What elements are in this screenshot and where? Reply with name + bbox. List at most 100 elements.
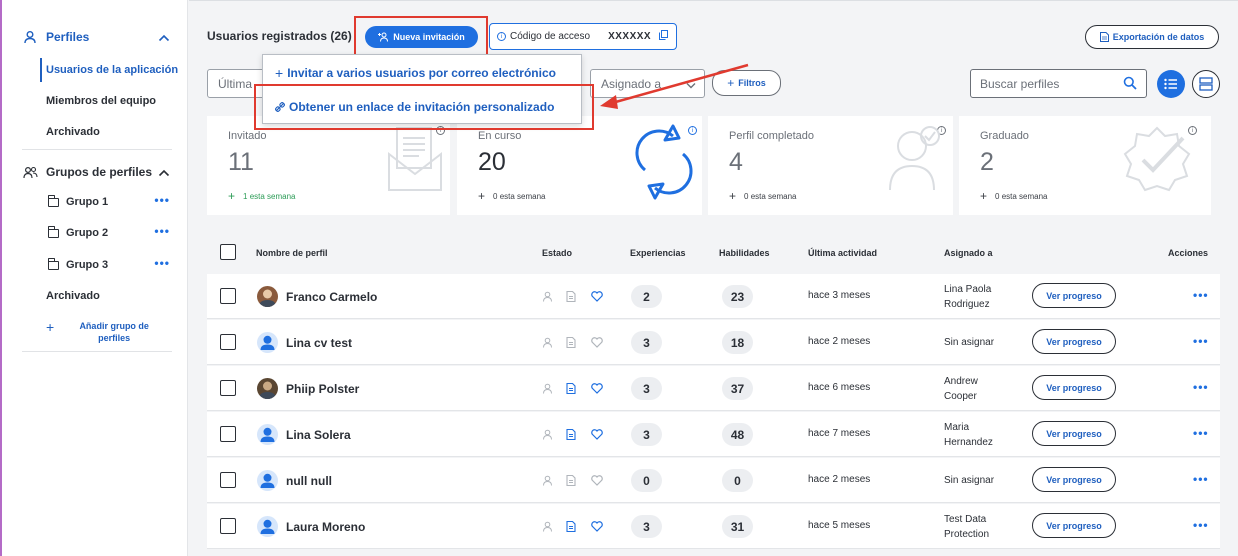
assigned-to: Sin asignar xyxy=(944,335,994,350)
assigned-to: Test Data Protection xyxy=(944,512,989,542)
top-border xyxy=(189,0,1238,1)
stat-sub: +0 esta semana xyxy=(729,189,797,203)
more-icon[interactable]: ••• xyxy=(154,224,170,238)
table-row[interactable]: Lina Solera 3 48 hace 7 meses Maria Herna… xyxy=(207,412,1220,457)
menu-item-invite-email[interactable]: + Invitar a varios usuarios por correo e… xyxy=(275,65,556,81)
profile-name[interactable]: Lina cv test xyxy=(286,336,352,350)
chevron-up-icon[interactable] xyxy=(158,31,170,45)
chevron-up-icon[interactable] xyxy=(158,166,170,180)
experiences-count: 3 xyxy=(631,331,662,354)
view-progress-button[interactable]: Ver progreso xyxy=(1032,283,1116,308)
view-progress-button[interactable]: Ver progreso xyxy=(1032,467,1116,492)
table-row[interactable]: null null 0 0 hace 2 meses Sin asignar V… xyxy=(207,458,1220,503)
profile-name[interactable]: Lina Solera xyxy=(286,428,351,442)
plus-icon: + xyxy=(727,76,735,90)
more-icon[interactable]: ••• xyxy=(1193,334,1209,348)
row-checkbox[interactable] xyxy=(220,472,236,488)
search-icon[interactable] xyxy=(1123,76,1137,93)
sidebar-section-groups[interactable]: Grupos de perfiles xyxy=(22,164,172,180)
search-input[interactable]: Buscar perfiles xyxy=(970,69,1147,98)
stat-sub: +1 esta semana xyxy=(228,189,296,203)
assigned-to: Andrew Cooper xyxy=(944,374,978,404)
assigned-to: Maria Hernandez xyxy=(944,420,993,450)
sidebar-item-groups-archived[interactable]: Archivado xyxy=(46,290,100,302)
more-icon[interactable]: ••• xyxy=(154,193,170,207)
stat-label: En curso xyxy=(478,130,522,142)
row-checkbox[interactable] xyxy=(220,380,236,396)
info-icon: i xyxy=(497,32,506,41)
table-row[interactable]: Lina cv test 3 18 hace 2 meses Sin asign… xyxy=(207,320,1220,365)
sidebar-item-archived[interactable]: Archivado xyxy=(46,126,100,138)
profile-name[interactable]: Franco Carmelo xyxy=(286,290,377,304)
filters-button[interactable]: + Filtros xyxy=(712,70,781,96)
badge-check-icon xyxy=(1117,124,1197,205)
more-icon[interactable]: ••• xyxy=(1193,288,1209,302)
export-button[interactable]: Exportación de datos xyxy=(1085,25,1219,49)
view-progress-button[interactable]: Ver progreso xyxy=(1032,375,1116,400)
stat-label: Invitado xyxy=(228,130,267,142)
document-icon xyxy=(1099,32,1109,42)
add-group-button[interactable]: + Añadir grupo de perfiles xyxy=(46,320,154,344)
col-status[interactable]: Estado xyxy=(542,248,572,258)
col-skills[interactable]: Habilidades xyxy=(719,248,770,258)
assigned-line-2: Protection xyxy=(944,529,990,540)
more-icon[interactable]: ••• xyxy=(1193,472,1209,486)
sidebar-item-team-members[interactable]: Miembros del equipo xyxy=(46,95,156,107)
assigned-filter[interactable]: Asignado a xyxy=(590,69,705,98)
sidebar-section-profiles[interactable]: Perfiles xyxy=(22,29,172,45)
menu-item-label: Invitar a varios usuarios por correo ele… xyxy=(287,66,556,80)
view-progress-button[interactable]: Ver progreso xyxy=(1032,421,1116,446)
stat-label: Perfil completado xyxy=(729,130,814,142)
select-all-checkbox[interactable] xyxy=(220,244,236,260)
col-experiences[interactable]: Experiencias xyxy=(630,248,686,258)
plus-icon: + xyxy=(275,65,284,81)
more-icon[interactable]: ••• xyxy=(1193,518,1209,532)
access-code-label: Código de acceso xyxy=(510,31,591,42)
col-activity[interactable]: Última actividad xyxy=(808,248,877,258)
avatar xyxy=(257,378,278,399)
page-title: Usuarios registrados (26) xyxy=(207,29,352,43)
profile-name[interactable]: Phiip Polster xyxy=(286,382,359,396)
sidebar-group-3[interactable]: Grupo 3 ••• xyxy=(48,256,176,271)
search-placeholder: Buscar perfiles xyxy=(980,76,1060,91)
sidebar-group-1[interactable]: Grupo 1 ••• xyxy=(48,193,176,208)
assigned-placeholder: Asignado a xyxy=(601,76,662,91)
sidebar-group-2[interactable]: Grupo 2 ••• xyxy=(48,224,176,239)
sidebar-item-app-users[interactable]: Usuarios de la aplicación xyxy=(46,64,178,76)
view-progress-button[interactable]: Ver progreso xyxy=(1032,329,1116,354)
row-checkbox[interactable] xyxy=(220,288,236,304)
divider xyxy=(22,351,172,352)
col-name[interactable]: Nombre de perfil xyxy=(256,248,328,258)
user-icon xyxy=(22,29,38,45)
row-checkbox[interactable] xyxy=(220,426,236,442)
table-row[interactable]: Laura Moreno 3 31 hace 5 meses Test Data… xyxy=(207,504,1220,549)
heart-status-icon xyxy=(591,473,603,491)
more-icon[interactable]: ••• xyxy=(1193,426,1209,440)
list-view-button[interactable] xyxy=(1157,70,1185,98)
view-progress-button[interactable]: Ver progreso xyxy=(1032,513,1116,538)
access-code-box[interactable]: i Código de acceso XXXXXX xyxy=(489,23,677,50)
assigned-line-2: Rodriguez xyxy=(944,299,990,310)
table-row[interactable]: Franco Carmelo 2 23 hace 3 meses Lina Pa… xyxy=(207,274,1220,319)
folder-icon xyxy=(48,257,59,270)
chevron-down-icon xyxy=(686,78,696,92)
stat-label: Graduado xyxy=(980,130,1029,142)
skills-count: 31 xyxy=(722,515,753,538)
card-view-button[interactable] xyxy=(1192,70,1220,98)
group-label: Grupo 3 xyxy=(66,259,109,271)
copy-icon[interactable] xyxy=(659,30,669,43)
col-assigned[interactable]: Asignado a xyxy=(944,248,993,258)
row-checkbox[interactable] xyxy=(220,334,236,350)
more-icon[interactable]: ••• xyxy=(1193,380,1209,394)
document-status-icon xyxy=(566,381,577,399)
table-row[interactable]: Phiip Polster 3 37 hace 6 meses Andrew Co… xyxy=(207,366,1220,411)
assigned-line-1: Maria xyxy=(944,422,970,433)
invited-status-icon xyxy=(542,335,553,353)
profile-name[interactable]: Laura Moreno xyxy=(286,520,365,534)
list-icon xyxy=(1164,78,1177,90)
stat-card-graduated: Graduado 2 +0 esta semana i xyxy=(959,116,1211,215)
profile-name[interactable]: null null xyxy=(286,474,332,488)
stat-value: 2 xyxy=(980,148,994,176)
more-icon[interactable]: ••• xyxy=(154,256,170,270)
row-checkbox[interactable] xyxy=(220,518,236,534)
